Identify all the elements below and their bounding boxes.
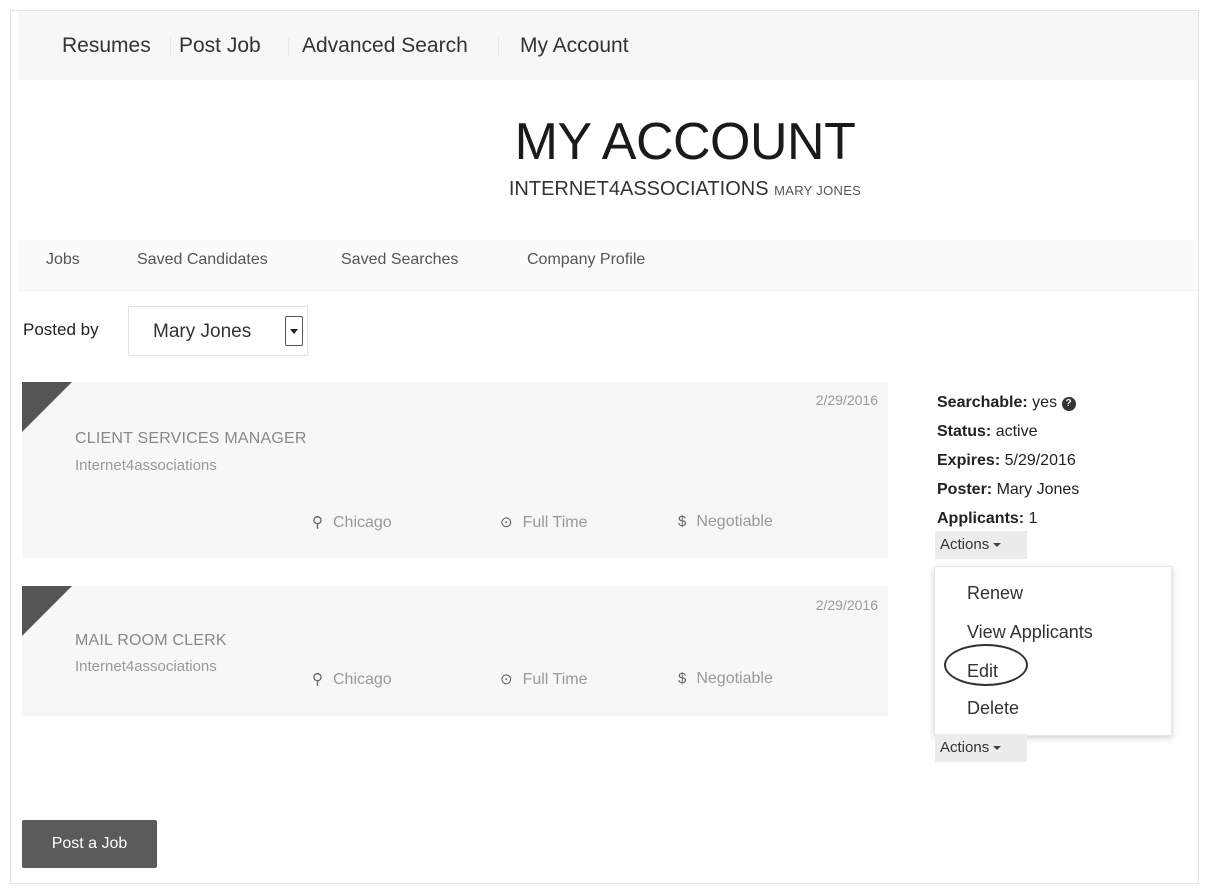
poster-value: Mary Jones [996, 481, 1080, 498]
job-title[interactable]: MAIL ROOM CLERK [75, 632, 227, 650]
map-marker-icon: ⚲ [312, 514, 323, 531]
menu-item-delete[interactable]: Delete [967, 698, 1019, 719]
job-salary: $ Negotiable [678, 513, 773, 531]
dollar-icon: $ [678, 513, 687, 530]
posted-by-label: Posted by [23, 320, 99, 339]
status-row: Status: active [937, 417, 1079, 446]
nav-divider [170, 38, 171, 56]
menu-item-renew[interactable]: Renew [967, 583, 1023, 604]
job-card[interactable]: 2/29/2016 MAIL ROOM CLERK Internet4assoc… [22, 586, 888, 716]
job-title[interactable]: CLIENT SERVICES MANAGER [75, 430, 307, 448]
posted-by-select[interactable]: Mary Jones [128, 306, 308, 356]
tab-jobs[interactable]: Jobs [46, 251, 80, 269]
corner-marker [22, 586, 72, 636]
nav-post-job[interactable]: Post Job [179, 34, 261, 58]
posted-by-value: Mary Jones [153, 321, 252, 342]
user-name: MARY JONES [774, 183, 862, 198]
job-date: 2/29/2016 [815, 392, 878, 408]
job-type-text: Full Time [522, 514, 588, 531]
actions-button[interactable]: Actions [935, 734, 1027, 762]
job-details: Searchable: yes ? Status: active Expires… [937, 388, 1079, 533]
corner-marker [22, 382, 72, 432]
job-location-text: Chicago [333, 514, 392, 531]
job-company: Internet4associations [75, 658, 217, 675]
job-date: 2/29/2016 [815, 597, 878, 613]
applicants-label: Applicants: [937, 510, 1025, 527]
actions-label: Actions [940, 739, 990, 756]
actions-button[interactable]: Actions [935, 531, 1027, 559]
post-job-button[interactable]: Post a Job [22, 820, 157, 868]
job-location: ⚲ Chicago [312, 513, 392, 532]
tab-saved-searches[interactable]: Saved Searches [341, 251, 458, 269]
nav-divider [498, 38, 499, 56]
company-name: INTERNET4ASSOCIATIONS [508, 178, 769, 200]
searchable-value: yes [1032, 394, 1058, 411]
account-tabs: Jobs Saved Candidates Saved Searches Com… [18, 240, 1198, 291]
poster-row: Poster: Mary Jones [937, 475, 1079, 504]
page-title: MY ACCOUNT [514, 113, 856, 171]
clock-icon: ⊙ [500, 514, 513, 531]
job-location-text: Chicago [333, 671, 392, 688]
actions-label: Actions [940, 536, 990, 553]
caret-down-icon [993, 543, 1002, 547]
job-location: ⚲ Chicago [312, 670, 392, 689]
edit-highlight-circle [944, 644, 1028, 686]
expires-value: 5/29/2016 [1004, 452, 1076, 469]
question-circle-icon[interactable]: ? [1061, 397, 1076, 411]
menu-item-view-applicants[interactable]: View Applicants [967, 622, 1093, 643]
tab-saved-candidates[interactable]: Saved Candidates [137, 251, 268, 269]
applicants-value: 1 [1028, 510, 1038, 527]
top-nav: Resumes Post Job Advanced Search My Acco… [18, 12, 1198, 80]
job-type: ⊙ Full Time [500, 670, 587, 689]
job-salary-text: Negotiable [696, 513, 773, 530]
nav-my-account[interactable]: My Account [520, 34, 629, 58]
searchable-row: Searchable: yes ? [937, 388, 1079, 417]
expires-row: Expires: 5/29/2016 [937, 446, 1079, 475]
job-salary-text: Negotiable [696, 670, 773, 687]
map-marker-icon: ⚲ [312, 671, 323, 688]
job-type: ⊙ Full Time [500, 513, 587, 532]
job-salary: $ Negotiable [678, 670, 773, 688]
caret-down-icon [993, 746, 1002, 750]
status-value: active [995, 423, 1038, 440]
nav-resumes[interactable]: Resumes [62, 34, 151, 58]
job-type-text: Full Time [522, 671, 588, 688]
nav-divider [288, 38, 289, 56]
searchable-label: Searchable: [937, 394, 1028, 411]
page-subtitle: INTERNET4ASSOCIATIONS MARY JONES [0, 178, 1209, 201]
expires-label: Expires: [937, 452, 1001, 469]
job-card[interactable]: 2/29/2016 CLIENT SERVICES MANAGER Intern… [22, 382, 888, 558]
dollar-icon: $ [678, 670, 687, 687]
chevron-down-icon[interactable] [285, 316, 303, 346]
status-label: Status: [937, 423, 992, 440]
nav-advanced-search[interactable]: Advanced Search [302, 34, 468, 58]
tab-company-profile[interactable]: Company Profile [527, 251, 645, 269]
applicants-row: Applicants: 1 [937, 504, 1079, 533]
job-company: Internet4associations [75, 457, 217, 474]
clock-icon: ⊙ [500, 671, 513, 688]
poster-label: Poster: [937, 481, 993, 498]
